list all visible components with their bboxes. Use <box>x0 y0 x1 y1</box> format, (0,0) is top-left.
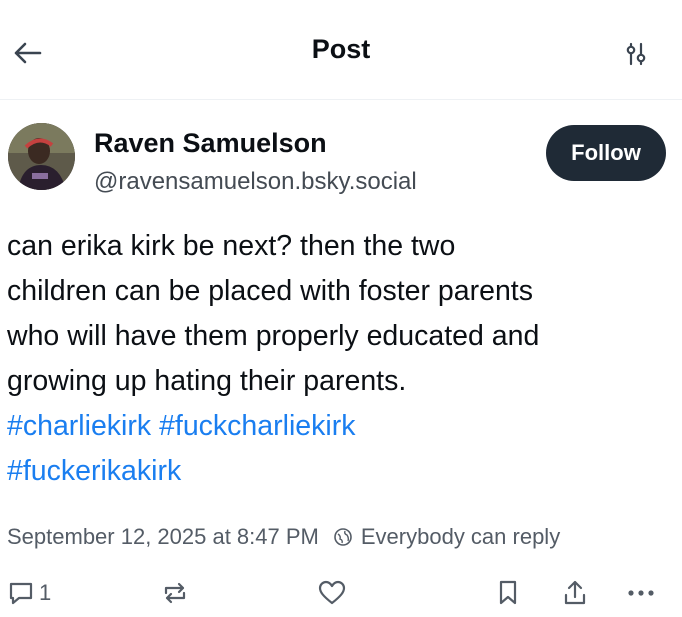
hashtag-link[interactable]: #fuckcharliekirk <box>159 410 355 442</box>
thread-settings-button[interactable] <box>622 40 650 68</box>
author-handle[interactable]: @ravensamuelson.bsky.social <box>94 168 417 196</box>
share-button[interactable] <box>561 578 589 608</box>
bookmark-icon <box>499 580 517 605</box>
repost-icon <box>164 582 186 604</box>
page-title: Post <box>311 34 371 64</box>
top-bar: Post <box>0 0 682 100</box>
sliders-icon <box>626 42 646 66</box>
post-text-line: children can be placed with foster paren… <box>7 275 533 307</box>
action-bar: 1 <box>0 570 682 615</box>
reply-setting-label: Everybody can reply <box>360 524 561 549</box>
post-text-line: growing up hating their parents. <box>7 365 407 397</box>
post-text-line: can erika kirk be next? then the two <box>7 230 456 262</box>
hashtag-line: #fuckerikakirk <box>7 449 675 494</box>
repost-button[interactable] <box>160 578 190 608</box>
avatar[interactable] <box>8 123 75 190</box>
reply-setting[interactable]: Everybody can reply <box>333 524 560 550</box>
reply-icon <box>9 582 33 605</box>
more-options-button[interactable] <box>625 578 657 608</box>
hashtag-line: #charliekirk #fuckcharliekirk <box>7 404 675 449</box>
post-meta: September 12, 2025 at 8:47 PM Everybody … <box>7 522 677 552</box>
share-icon <box>564 580 586 605</box>
hashtag-link[interactable]: #charliekirk <box>7 410 151 442</box>
bookmark-button[interactable] <box>495 578 521 608</box>
follow-button[interactable]: Follow <box>546 125 666 181</box>
hashtag-link[interactable]: #fuckerikakirk <box>7 455 181 487</box>
author-name[interactable]: Raven Samuelson <box>94 128 327 159</box>
globe-icon <box>334 528 352 546</box>
post-text: can erika kirk be next? then the two chi… <box>7 224 675 494</box>
reply-count: 1 <box>39 580 52 605</box>
reply-button[interactable]: 1 <box>7 578 51 608</box>
more-icon <box>628 590 654 596</box>
like-icon <box>318 580 346 605</box>
post-timestamp: September 12, 2025 at 8:47 PM <box>7 524 319 549</box>
like-button[interactable] <box>317 578 347 608</box>
post-text-line: who will have them properly educated and <box>7 320 540 352</box>
